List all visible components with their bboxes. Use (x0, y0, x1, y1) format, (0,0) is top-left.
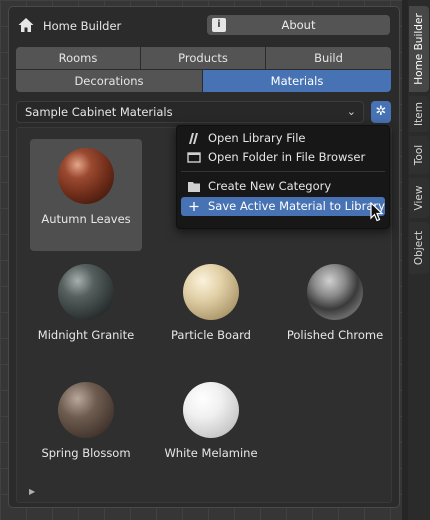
app-title: Home Builder (43, 19, 122, 33)
material-thumbnail (307, 264, 363, 320)
main-tabs-row-1: Rooms Products Build (16, 47, 391, 69)
material-item-polished-chrome[interactable]: Polished Chrome (279, 255, 391, 367)
library-settings-button[interactable]: ✲ (371, 101, 391, 123)
panel-header: Home Builder i About (17, 15, 391, 37)
menu-item-open-library-file[interactable]: Open Library File (181, 129, 385, 148)
side-tab-object[interactable]: Object (409, 222, 429, 274)
material-item-spring-blossom[interactable]: Spring Blossom (30, 373, 142, 485)
material-item-particle-board[interactable]: Particle Board (155, 255, 267, 367)
home-builder-panel: Home Builder i About Rooms Products Buil… (8, 6, 400, 508)
material-library-dropdown[interactable]: Sample Cabinet Materials ⌄ (16, 101, 364, 123)
material-thumbnail (183, 382, 239, 438)
material-item-white-melamine[interactable]: White Melamine (155, 373, 267, 485)
tab-products[interactable]: Products (141, 47, 266, 69)
material-thumbnail (58, 382, 114, 438)
material-label: Midnight Granite (37, 328, 135, 342)
menu-item-label: Open Library File (208, 131, 306, 145)
material-label: Spring Blossom (41, 446, 131, 460)
sidebar-tabs: Home Builder Item Tool View Object (408, 0, 430, 520)
expand-arrow-icon[interactable]: ▶ (29, 487, 35, 496)
side-tab-item[interactable]: Item (409, 96, 429, 132)
material-label: Autumn Leaves (41, 212, 131, 226)
plus-icon (189, 202, 199, 211)
new-folder-icon (188, 182, 200, 192)
chevron-down-icon: ⌄ (346, 105, 356, 118)
tab-build[interactable]: Build (266, 47, 391, 69)
tab-rooms[interactable]: Rooms (16, 47, 141, 69)
menu-separator (181, 171, 385, 172)
menu-item-save-active-material[interactable]: Save Active Material to Library (181, 197, 385, 216)
material-item-autumn-leaves[interactable]: Autumn Leaves (30, 139, 142, 251)
material-label: White Melamine (164, 446, 258, 460)
info-icon: i (212, 18, 226, 32)
material-label: Particle Board (171, 328, 251, 342)
library-context-menu: Open Library File Open Folder in File Br… (176, 125, 390, 229)
main-tabs-row-2: Decorations Materials (16, 70, 391, 92)
material-thumbnail (58, 264, 114, 320)
about-button[interactable]: i About (207, 15, 390, 35)
side-tab-tool[interactable]: Tool (409, 136, 429, 174)
material-thumbnail (183, 264, 239, 320)
gear-icon: ✲ (375, 104, 387, 119)
material-thumbnail (58, 148, 114, 204)
menu-item-label: Open Folder in File Browser (208, 150, 366, 164)
menu-item-open-folder[interactable]: Open Folder in File Browser (181, 148, 385, 167)
material-label: Polished Chrome (286, 328, 384, 342)
about-label: About (281, 18, 316, 32)
menu-item-label: Save Active Material to Library (208, 199, 385, 213)
tab-decorations[interactable]: Decorations (16, 70, 203, 92)
file-open-icon (189, 133, 198, 144)
side-tab-view[interactable]: View (409, 178, 429, 218)
material-item-midnight-granite[interactable]: Midnight Granite (30, 255, 142, 367)
menu-item-create-new-category[interactable]: Create New Category (181, 177, 385, 196)
tab-materials[interactable]: Materials (203, 70, 391, 92)
side-tab-home-builder[interactable]: Home Builder (409, 6, 429, 92)
menu-item-label: Create New Category (208, 179, 332, 193)
folder-open-icon (187, 152, 201, 163)
library-selector-value: Sample Cabinet Materials (25, 105, 173, 119)
mouse-cursor-icon (370, 202, 384, 222)
home-icon (18, 18, 34, 32)
